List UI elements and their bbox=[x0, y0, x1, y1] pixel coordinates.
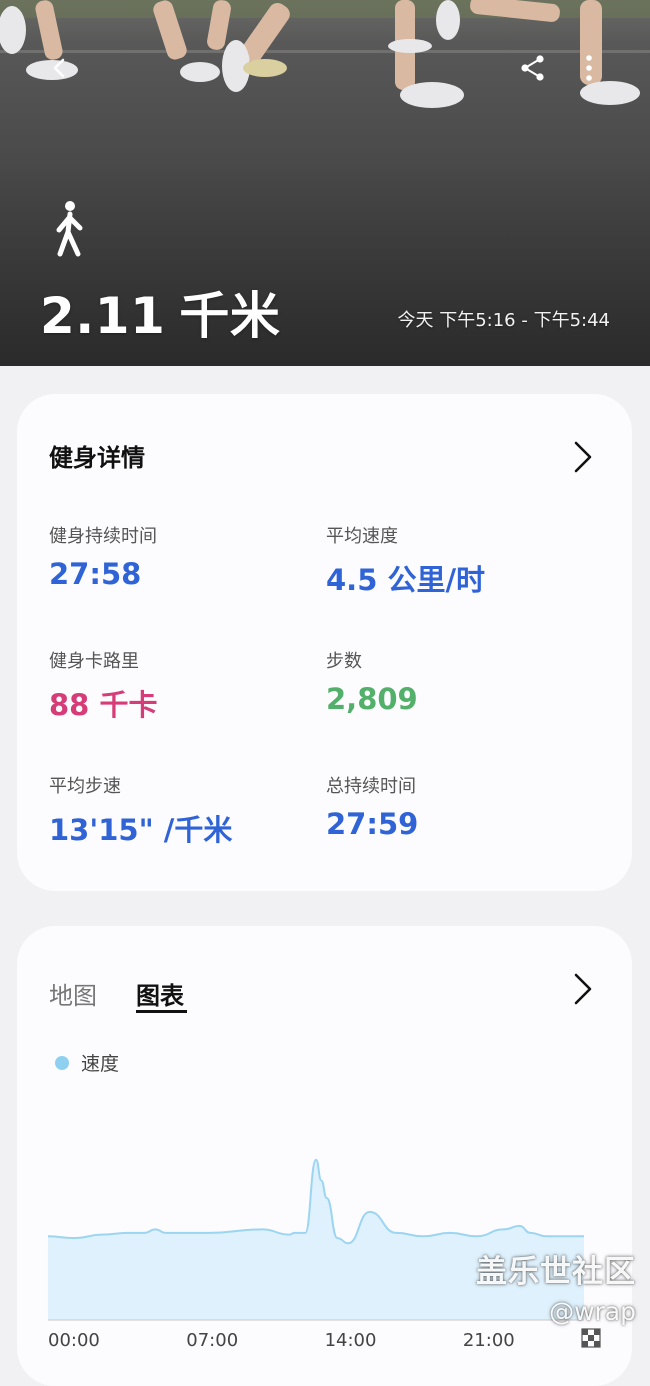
metric-label: 健身卡路里 bbox=[49, 651, 139, 672]
distance-unit: 千米 bbox=[179, 287, 281, 345]
metric-label: 平均速度 bbox=[326, 526, 398, 547]
metric-value: 2,809 bbox=[326, 682, 418, 716]
metric-average-pace: 平均步速 13'15" /千米 bbox=[49, 772, 232, 849]
metric-total-duration: 总持续时间 27:59 bbox=[326, 772, 418, 841]
x-tick-label: 00:00 bbox=[48, 1330, 100, 1351]
details-chevron-right-icon[interactable] bbox=[572, 440, 594, 474]
metric-value: 27:59 bbox=[326, 807, 419, 841]
watermark-line2: @wrap bbox=[549, 1297, 636, 1326]
metric-value: 27:58 bbox=[49, 557, 142, 591]
metric-steps: 步数 2,809 bbox=[326, 647, 418, 716]
metric-value: 13'15" /千米 bbox=[49, 813, 233, 847]
walking-icon bbox=[56, 201, 83, 257]
metric-calories: 健身卡路里 88 千卡 bbox=[49, 647, 157, 724]
metric-average-speed: 平均速度 4.5 公里/时 bbox=[326, 522, 485, 599]
distance-total: 2.11 千米 bbox=[40, 276, 280, 348]
details-title: 健身详情 bbox=[49, 444, 145, 472]
x-axis-ticks: 00:00 07:00 14:00 21:00 bbox=[48, 1330, 515, 1351]
metric-label: 步数 bbox=[326, 651, 362, 672]
share-icon bbox=[521, 55, 544, 81]
community-watermark: 盖乐世社区 @wrap bbox=[476, 1246, 636, 1326]
watermark-line1: 盖乐世社区 bbox=[476, 1254, 636, 1290]
workout-details-card: 健身详情 健身持续时间 27:58 平均速度 4.5 公里/时 健身卡路里 88… bbox=[17, 394, 632, 891]
distance-value: 2.11 bbox=[40, 287, 166, 345]
x-tick-label: 14:00 bbox=[325, 1330, 377, 1351]
back-button[interactable] bbox=[40, 48, 80, 88]
workout-time-range: 今天 下午5:16 - 下午5:44 bbox=[397, 310, 610, 331]
workout-hero: 2.11 千米 今天 下午5:16 - 下午5:44 bbox=[0, 0, 650, 366]
metric-value: 88 千卡 bbox=[49, 688, 158, 722]
metric-label: 总持续时间 bbox=[326, 776, 416, 797]
metric-value: 4.5 公里/时 bbox=[326, 563, 486, 597]
more-vert-icon bbox=[586, 55, 592, 81]
x-tick-label: 21:00 bbox=[463, 1330, 515, 1351]
metric-label: 平均步速 bbox=[49, 776, 121, 797]
share-button[interactable] bbox=[513, 48, 553, 88]
more-options-button[interactable] bbox=[569, 48, 609, 88]
metric-workout-duration: 健身持续时间 27:58 bbox=[49, 522, 157, 591]
metric-label: 健身持续时间 bbox=[49, 526, 157, 547]
finish-flag-icon bbox=[581, 1328, 601, 1348]
x-tick-label: 07:00 bbox=[186, 1330, 238, 1351]
back-arrow-icon bbox=[53, 58, 65, 78]
